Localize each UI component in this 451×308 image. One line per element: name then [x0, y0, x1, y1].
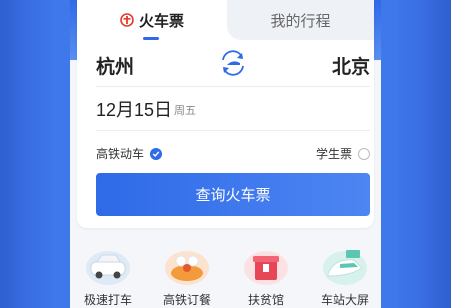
device-frame-right: [397, 0, 451, 308]
device-frame-left: [0, 0, 52, 308]
service-item-poverty-relief[interactable]: 扶贫馆: [231, 243, 301, 308]
tab-my-trips-label: 我的行程: [270, 12, 331, 30]
departure-weekday: 周五: [174, 105, 196, 117]
divider: [96, 86, 370, 87]
railway-logo-icon: [120, 13, 134, 27]
service-label: 扶贫馆: [247, 293, 284, 307]
tab-train-tickets[interactable]: 火车票: [77, 0, 227, 40]
radio-unchecked-icon[interactable]: [358, 147, 370, 160]
service-label: 高铁订餐: [162, 293, 211, 307]
high-speed-option[interactable]: 高铁动车: [96, 145, 163, 162]
service-item-taxi[interactable]: 极速打车: [73, 243, 143, 308]
departure-city[interactable]: 杭州: [96, 52, 134, 79]
student-ticket-label: 学生票: [315, 147, 352, 161]
ticket-options: 高铁动车 学生票: [96, 142, 370, 164]
tab-train-tickets-label: 火车票: [138, 12, 184, 30]
swap-stations-icon[interactable]: [218, 48, 248, 78]
tab-bar: 火车票 我的行程: [77, 0, 374, 40]
departure-date: 12月15日: [96, 100, 173, 120]
tab-my-trips[interactable]: 我的行程: [227, 0, 374, 40]
services-row: 极速打车 高铁订餐 扶贫馆 车站大屏: [70, 243, 381, 308]
car-icon: [86, 251, 130, 285]
service-label: 车站大屏: [320, 293, 369, 307]
service-item-meal[interactable]: 高铁订餐: [152, 243, 222, 308]
ticket-search-card: 火车票 我的行程 杭州 北京 12月15日 周五 高铁动车 学生票 查询火车票: [77, 0, 374, 228]
tab-active-indicator: [143, 37, 159, 40]
app-screen: 火车票 我的行程 杭州 北京 12月15日 周五 高铁动车 学生票 查询火车票 …: [70, 0, 381, 308]
service-item-station-screen[interactable]: 车站大屏: [310, 243, 380, 308]
meal-icon: [165, 251, 209, 285]
checkmark-icon[interactable]: [150, 147, 163, 160]
arrival-city[interactable]: 北京: [332, 52, 370, 79]
train-screen-icon: [323, 250, 367, 285]
service-label: 极速打车: [83, 293, 132, 307]
high-speed-label: 高铁动车: [96, 147, 145, 161]
divider: [96, 130, 370, 131]
search-tickets-button[interactable]: 查询火车票: [96, 173, 370, 216]
student-ticket-option[interactable]: 学生票: [316, 145, 370, 162]
date-selector[interactable]: 12月15日 周五: [96, 94, 370, 124]
route-selector: 杭州 北京: [96, 46, 370, 86]
gift-shop-icon: [244, 251, 288, 285]
